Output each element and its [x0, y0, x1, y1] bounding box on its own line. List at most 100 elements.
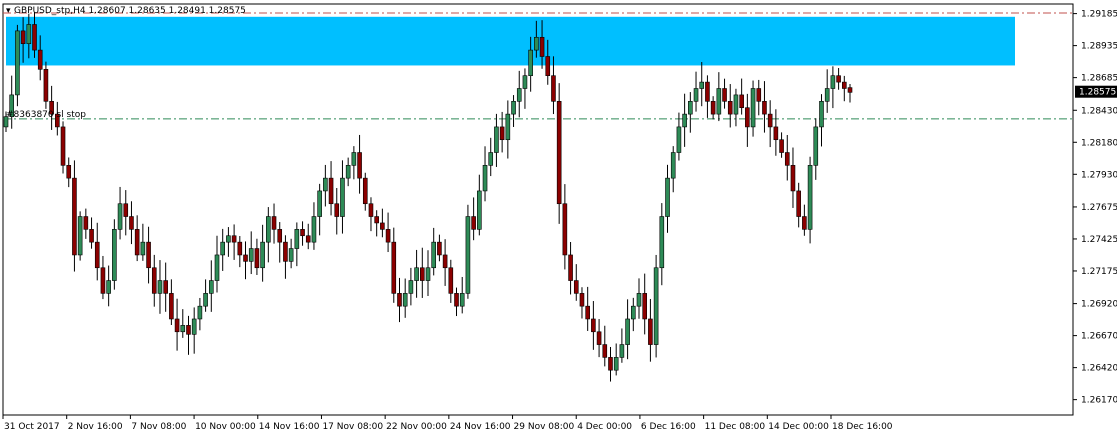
candle-body	[248, 248, 254, 262]
candle-body	[134, 229, 140, 256]
candle	[779, 132, 784, 158]
candle-body	[551, 75, 556, 102]
candle-body	[847, 87, 853, 93]
candle	[636, 278, 642, 319]
candle-body	[733, 94, 739, 115]
candle-body	[459, 293, 465, 307]
candle-body	[619, 344, 625, 358]
candle-body	[573, 280, 579, 294]
candle-body	[442, 254, 448, 269]
x-tick-label: 17 Nov 08:00	[322, 422, 383, 432]
candle	[705, 75, 710, 118]
candle	[397, 277, 402, 323]
candle-body	[203, 293, 208, 307]
y-tick-label: 1.26420	[1081, 364, 1117, 374]
candle-body	[345, 165, 351, 179]
candle	[682, 93, 687, 147]
candle-body	[220, 241, 226, 256]
candle	[77, 211, 83, 261]
x-tick-label: 6 Dec 16:00	[641, 422, 696, 432]
candle	[317, 183, 322, 236]
order-label: #8363870 sl stop	[6, 110, 86, 120]
candle-body	[254, 248, 260, 269]
candle	[334, 188, 340, 235]
candle-body	[659, 216, 665, 269]
current-price-label: 1.28575	[1079, 88, 1116, 98]
candle-body	[505, 113, 511, 141]
y-tick-label: 1.28430	[1081, 106, 1117, 116]
candle	[368, 197, 374, 232]
candle-body	[300, 229, 305, 237]
candle-body	[357, 152, 362, 179]
candle-body	[266, 216, 271, 243]
candle	[454, 287, 459, 317]
candle	[49, 85, 54, 130]
candle	[796, 182, 801, 228]
candle	[431, 227, 437, 276]
y-tick-label: 1.28685	[1081, 74, 1117, 84]
candle-body	[682, 113, 687, 128]
candle-body	[830, 75, 836, 89]
candle	[602, 325, 608, 367]
candle	[522, 68, 528, 109]
candle	[619, 328, 625, 363]
candle-body	[402, 293, 408, 307]
x-tick-label: 11 Dec 08:00	[705, 422, 766, 432]
x-tick-label: 4 Dec 00:00	[577, 422, 632, 432]
candle	[112, 219, 117, 290]
candle-body	[608, 357, 613, 371]
candle	[283, 235, 288, 279]
candle	[362, 172, 368, 211]
supply-zone-rectangle[interactable]	[6, 16, 1015, 66]
candle	[613, 343, 619, 376]
candle-body	[516, 88, 522, 102]
candle-body	[317, 190, 322, 217]
candle	[106, 265, 111, 307]
candle	[294, 222, 300, 267]
candle-body	[630, 305, 636, 320]
candle-body	[391, 241, 397, 294]
candle-body	[488, 152, 494, 166]
candle	[408, 267, 414, 306]
y-tick-label: 1.27175	[1081, 267, 1117, 277]
x-tick-label: 7 Nov 08:00	[131, 422, 186, 432]
candle-body	[556, 101, 562, 205]
candle	[488, 137, 494, 177]
candle	[277, 222, 283, 263]
candle	[819, 94, 824, 147]
candle-body	[129, 216, 134, 230]
candle-body	[32, 24, 37, 51]
candle	[482, 146, 488, 202]
candle	[477, 174, 482, 236]
candle-body	[186, 325, 191, 335]
candle	[836, 68, 841, 90]
candle-body	[83, 216, 89, 230]
y-tick-label: 1.28935	[1081, 42, 1117, 52]
candle	[220, 228, 226, 271]
candle-body	[688, 101, 693, 115]
candle	[459, 276, 465, 314]
candle-body	[100, 267, 106, 294]
candle-body	[750, 88, 756, 128]
candle	[573, 264, 579, 301]
candle	[83, 208, 89, 239]
candle-body	[448, 267, 454, 294]
candle	[186, 315, 191, 355]
candle-body	[191, 318, 197, 335]
candle-body	[562, 203, 568, 256]
candle	[163, 262, 168, 312]
candles-group	[3, 12, 853, 382]
candle-body	[77, 216, 83, 256]
candle-body	[602, 344, 608, 358]
candle-body	[579, 293, 585, 307]
candle-body	[528, 49, 533, 77]
candle-body	[117, 203, 123, 230]
candle	[208, 260, 214, 312]
candle-body	[494, 126, 499, 153]
candle	[197, 297, 203, 331]
price-chart[interactable]: 1.29185 1.28935 1.28685 1.28430 1.28180 1.279…	[0, 0, 1117, 437]
candle-body	[89, 229, 94, 243]
candle	[380, 208, 385, 238]
candle-body	[151, 267, 157, 294]
candle-body	[813, 126, 819, 166]
